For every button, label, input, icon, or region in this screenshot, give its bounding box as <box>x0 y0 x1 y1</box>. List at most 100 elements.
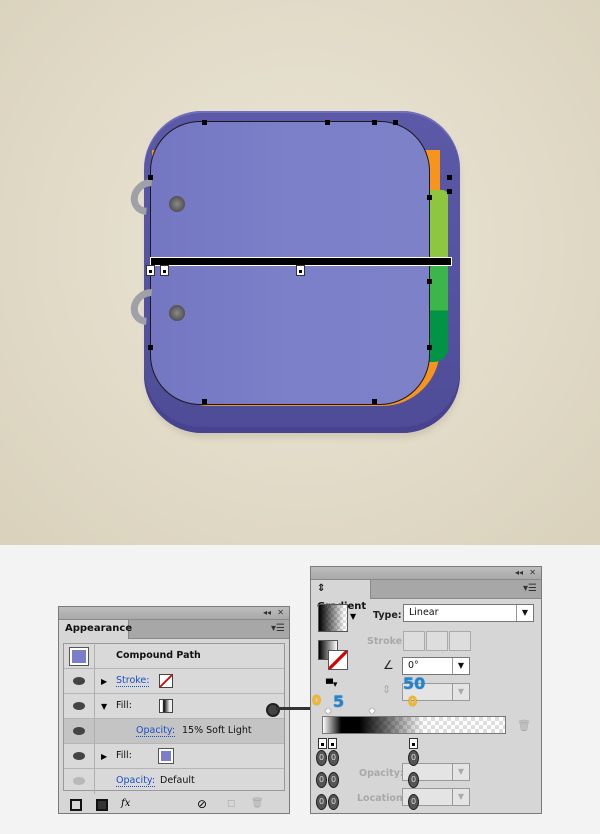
object-thumbnail <box>69 647 89 666</box>
stop-badge: 0 <box>316 794 327 810</box>
gradient-preview-swatch[interactable] <box>318 604 348 632</box>
annotator-stop[interactable] <box>146 265 155 276</box>
appearance-panel: ◂◂ ✕ Appearance ▾☰ Compound Path ▶ Strok… <box>58 606 290 814</box>
close-icon[interactable]: ✕ <box>529 567 536 579</box>
fill-label: Fill: <box>116 750 132 761</box>
fill-opacity-row[interactable]: Opacity: 15% Soft Light <box>64 719 284 744</box>
stop-badge: 0 <box>316 750 327 766</box>
appearance-header-row[interactable]: Compound Path <box>64 644 284 669</box>
anchor-point[interactable] <box>325 120 330 125</box>
color-stop[interactable] <box>328 738 337 749</box>
fx-icon[interactable]: fx <box>121 798 130 810</box>
annotator-stop[interactable] <box>160 265 169 276</box>
dropdown-arrow-icon: ▼ <box>516 605 533 621</box>
panel-menu-icon[interactable]: ▾☰ <box>523 583 537 595</box>
panel-titlebar[interactable]: ◂◂ ✕ <box>59 607 289 620</box>
clear-appearance-icon[interactable]: ⊘ <box>197 798 207 810</box>
stroke-along-button[interactable] <box>426 631 448 651</box>
anchor-point[interactable] <box>148 175 153 180</box>
callout-third-stop-location: 50 <box>403 674 426 693</box>
solid-fill-swatch[interactable] <box>158 748 174 764</box>
stroke-link[interactable]: Stroke: <box>116 675 150 687</box>
eye-icon[interactable] <box>73 727 85 735</box>
eye-icon[interactable] <box>73 702 85 710</box>
color-stop[interactable] <box>409 738 418 749</box>
location-label: Location: <box>357 793 407 804</box>
angle-value: 0° <box>408 660 419 671</box>
midpoint-icon[interactable]: ◆ <box>325 706 331 715</box>
anchor-point[interactable] <box>447 189 452 194</box>
fill-row-solid[interactable]: ▶ Fill: <box>64 744 284 769</box>
add-new-stroke-icon[interactable] <box>70 799 82 811</box>
appearance-toolbar: fx ⊘ ◻ 🗑 <box>59 795 289 813</box>
angle-field[interactable]: 0° ▼ <box>402 657 470 675</box>
anchor-point[interactable] <box>372 399 377 404</box>
reverse-gradient-icon[interactable]: ▀▾ <box>326 680 337 690</box>
duplicate-item-icon[interactable]: ◻ <box>227 798 235 810</box>
delete-item-icon[interactable]: 🗑 <box>251 798 264 810</box>
type-value: Linear <box>409 607 439 618</box>
anchor-point[interactable] <box>427 279 432 284</box>
appearance-list: Compound Path ▶ Stroke: ▼ Fill: Opacity:… <box>63 643 285 794</box>
fill-row-gradient[interactable]: ▼ Fill: <box>64 694 284 719</box>
stroke-across-button[interactable] <box>449 631 471 651</box>
eye-icon[interactable] <box>73 777 85 785</box>
delete-stop-icon[interactable]: 🗑 <box>517 719 531 732</box>
anchor-point[interactable] <box>427 195 432 200</box>
dropdown-arrow-icon: ▼ <box>452 658 469 674</box>
tab-appearance[interactable]: Appearance <box>59 620 132 639</box>
anchor-point[interactable] <box>202 120 207 125</box>
gradient-slider[interactable] <box>322 716 506 734</box>
anchor-point[interactable] <box>393 120 398 125</box>
connector-line <box>276 707 312 710</box>
tab-gradient[interactable]: ⇕ Gradient <box>311 580 371 612</box>
expand-triangle-icon[interactable]: ▶ <box>101 752 107 761</box>
stop-badge: 0 <box>316 772 327 788</box>
anchor-point[interactable] <box>447 175 452 180</box>
object-opacity-row[interactable]: Opacity: Default <box>64 769 284 794</box>
connector-dot <box>266 703 280 717</box>
anchor-point[interactable] <box>372 120 377 125</box>
stop-badge: 0 <box>408 794 419 810</box>
stroke-none-swatch[interactable] <box>159 674 173 688</box>
type-dropdown[interactable]: Linear ▼ <box>403 604 534 622</box>
stop-badge: 0 <box>408 750 419 766</box>
gradient-fill-swatch[interactable] <box>159 699 173 713</box>
panel-titlebar[interactable]: ◂◂ ✕ <box>311 567 541 580</box>
dropdown-arrow-icon: ▼ <box>452 764 469 780</box>
artboard <box>0 0 600 545</box>
eye-icon[interactable] <box>73 752 85 760</box>
color-stop[interactable] <box>318 738 327 749</box>
object-type-label: Compound Path <box>116 650 201 661</box>
midpoint-icon[interactable]: ◆ <box>369 706 375 715</box>
opacity-value: Default <box>160 775 195 786</box>
expand-triangle-icon[interactable]: ▶ <box>101 677 107 686</box>
opacity-value: 15% Soft Light <box>182 725 252 736</box>
stroke-within-button[interactable] <box>403 631 425 651</box>
callout-third-stop-opacity: 0 <box>408 695 418 710</box>
opacity-label: Opacity: <box>359 768 404 779</box>
stroke-row[interactable]: ▶ Stroke: <box>64 669 284 694</box>
opacity-link[interactable]: Opacity: <box>116 775 156 787</box>
stroke-indicator[interactable] <box>328 650 348 670</box>
stop-badge: 0 <box>328 772 339 788</box>
anchor-point[interactable] <box>148 345 153 350</box>
panel-menu-icon[interactable]: ▾☰ <box>271 623 285 635</box>
gradient-preset-dropdown-icon[interactable]: ▼ <box>350 612 356 621</box>
collapse-triangle-icon[interactable]: ▼ <box>101 702 107 711</box>
callout-first-stop-opacity: 0 <box>312 694 322 709</box>
stop-badge: 0 <box>328 750 339 766</box>
ring-hole-bottom <box>169 305 185 321</box>
collapse-icon[interactable]: ◂◂ <box>515 567 523 579</box>
opacity-link[interactable]: Opacity: <box>136 725 176 737</box>
anchor-point[interactable] <box>202 399 207 404</box>
close-icon[interactable]: ✕ <box>277 607 284 619</box>
aspect-ratio-icon: ⇕ <box>382 683 392 696</box>
anchor-point[interactable] <box>427 345 432 350</box>
fill-label: Fill: <box>116 700 132 711</box>
annotator-stop[interactable] <box>296 265 305 276</box>
add-new-fill-icon[interactable] <box>96 799 108 811</box>
angle-icon: ∠ <box>383 658 394 672</box>
collapse-icon[interactable]: ◂◂ <box>263 607 271 619</box>
eye-icon[interactable] <box>73 677 85 685</box>
